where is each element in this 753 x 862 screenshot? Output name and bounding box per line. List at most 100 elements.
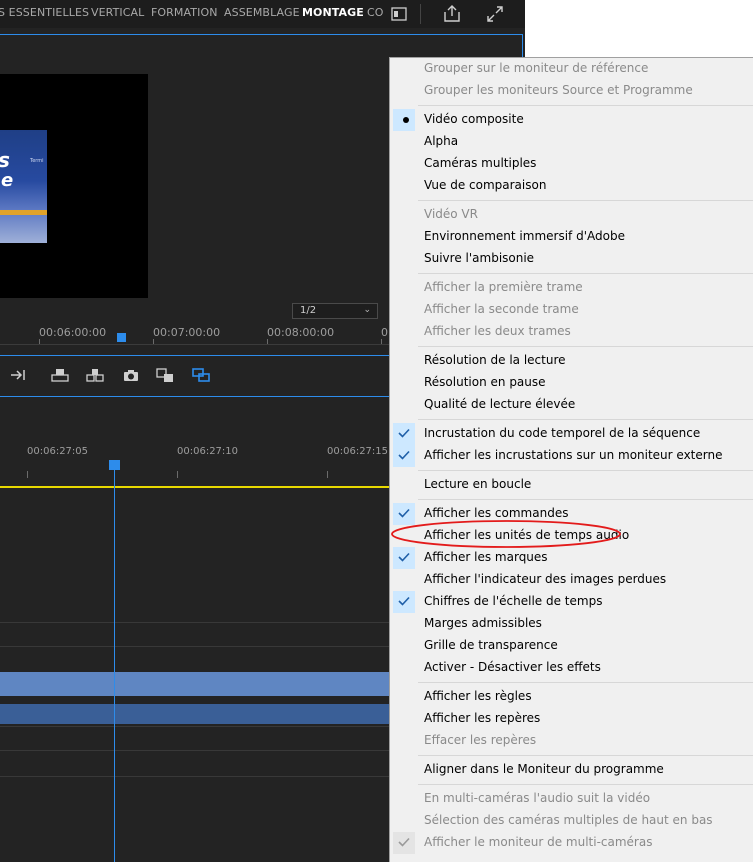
menu-item-label: Vidéo composite: [424, 112, 524, 126]
menu-item-label: Aligner dans le Moniteur du programme: [424, 762, 664, 776]
workspace-tab-montage[interactable]: MONTAGE: [302, 6, 364, 19]
menu-item-label: Afficher l'indicateur des images perdues: [424, 572, 667, 586]
menu-item-label: Afficher la première trame: [424, 280, 583, 294]
menu-item[interactable]: Alpha: [390, 131, 753, 153]
menu-item[interactable]: Qualité de lecture élevée: [390, 394, 753, 416]
menu-item[interactable]: Suivre l'ambisonie: [390, 248, 753, 270]
menu-item-label: Afficher les deux trames: [424, 324, 571, 338]
menu-item[interactable]: Afficher les commandes: [390, 503, 753, 525]
menu-item[interactable]: Afficher les repères: [390, 708, 753, 730]
menu-separator: [418, 346, 753, 347]
menu-item[interactable]: Lecture en boucle: [390, 474, 753, 496]
menu-item[interactable]: Activer - Désactiver les effets: [390, 657, 753, 679]
menu-item-label: En multi-caméras l'audio suit la vidéo: [424, 791, 651, 805]
menu-item-label: Incrustation du code temporel de la séqu…: [424, 426, 701, 440]
menu-item[interactable]: Effacer les repères: [390, 730, 753, 752]
menu-item[interactable]: Afficher les unités de temps audio: [390, 525, 753, 547]
track-divider: [0, 750, 389, 751]
menu-item-label: Afficher le moniteur de multi-caméras: [424, 835, 653, 849]
menu-item-label: Afficher les incrustations sur un monite…: [424, 448, 723, 462]
menu-item[interactable]: Sélection des caméras multiples de haut …: [390, 810, 753, 832]
menu-item-label: Lecture en boucle: [424, 477, 532, 491]
playback-resolution-dropdown[interactable]: 1/2 ⌄: [292, 303, 378, 319]
checkmark-icon: [393, 832, 415, 854]
trim-icon[interactable]: [191, 366, 211, 384]
menu-item[interactable]: Résolution de la lecture: [390, 350, 753, 372]
menu-item-label: Environnement immersif d'Adobe: [424, 229, 625, 243]
work-area-bar[interactable]: [0, 486, 389, 488]
checkmark-icon: [393, 445, 415, 467]
menu-item[interactable]: Vue de comparaison: [390, 175, 753, 197]
menu-item[interactable]: Afficher l'indicateur des images perdues: [390, 569, 753, 591]
menu-item[interactable]: Marges admissibles: [390, 613, 753, 635]
menu-item-label: Afficher les repères: [424, 711, 541, 725]
menu-item[interactable]: Afficher la première trame: [390, 277, 753, 299]
comparison-view-icon[interactable]: [155, 366, 175, 384]
menu-item[interactable]: Grouper sur le moniteur de référence: [390, 58, 753, 80]
menu-item[interactable]: Afficher les deux trames: [390, 321, 753, 343]
timeline-playhead[interactable]: [109, 460, 120, 470]
ruler-tick: [327, 471, 328, 478]
menu-item-label: Qualité de lecture élevée: [424, 397, 576, 411]
menu-separator: [418, 755, 753, 756]
ruler-tick: [381, 339, 382, 344]
workspace-bar: S ESSENTIELLES VERTICAL FORMATION ASSEMB…: [0, 0, 525, 28]
ruler-tick: [39, 339, 40, 344]
audio-clip[interactable]: [0, 672, 389, 696]
menu-item-label: Vidéo VR: [424, 207, 478, 221]
track-divider: [0, 726, 389, 727]
workspace-tab-assemblage[interactable]: ASSEMBLAGE: [224, 6, 300, 19]
workspace-panel-icon[interactable]: [388, 3, 412, 25]
checkmark-icon: [393, 423, 415, 445]
workspace-tab-formation[interactable]: FORMATION: [151, 6, 218, 19]
menu-item[interactable]: Grouper les moniteurs Source et Programm…: [390, 80, 753, 102]
menu-item[interactable]: Afficher les incrustations sur un monite…: [390, 445, 753, 467]
menu-item-label: Grille de transparence: [424, 638, 558, 652]
monitor-ruler-timecode: 00:08:00:00: [267, 326, 335, 339]
menu-separator: [418, 273, 753, 274]
menu-item[interactable]: Afficher les règles: [390, 686, 753, 708]
menu-item[interactable]: Aligner dans le Moniteur du programme: [390, 759, 753, 781]
menu-item[interactable]: En multi-caméras l'audio suit la vidéo: [390, 788, 753, 810]
maximize-icon[interactable]: [483, 3, 507, 25]
timeline-ruler-timecode: 00:06:27:05: [27, 446, 89, 457]
menu-item[interactable]: Afficher le moniteur de multi-caméras: [390, 832, 753, 854]
menu-item-label: Suivre l'ambisonie: [424, 251, 535, 265]
monitor-playhead[interactable]: [117, 333, 126, 342]
share-icon[interactable]: [440, 3, 464, 25]
workspace-tab-essentials[interactable]: S ESSENTIELLES: [0, 6, 89, 19]
chevron-down-icon: ⌄: [363, 305, 371, 315]
timeline-playhead-line[interactable]: [114, 462, 115, 862]
toolbar-divider: [420, 4, 421, 24]
menu-item[interactable]: Caméras multiples: [390, 153, 753, 175]
menu-item-label: Caméras multiples: [424, 156, 537, 170]
menu-separator: [418, 784, 753, 785]
menu-item-label: Afficher les marques: [424, 550, 548, 564]
menu-item[interactable]: Afficher la seconde trame: [390, 299, 753, 321]
menu-item[interactable]: Chiffres de l'échelle de temps: [390, 591, 753, 613]
lift-icon[interactable]: [50, 366, 70, 384]
menu-item-label: Sélection des caméras multiples de haut …: [424, 813, 713, 827]
workspace-tab-overflow[interactable]: CO: [367, 6, 384, 19]
menu-item-label: Résolution en pause: [424, 375, 546, 389]
menu-item[interactable]: Résolution en pause: [390, 372, 753, 394]
menu-item[interactable]: Vidéo VR: [390, 204, 753, 226]
menu-item[interactable]: Incrustation du code temporel de la séqu…: [390, 423, 753, 445]
workspace-tab-vertical[interactable]: VERTICAL: [91, 6, 144, 19]
monitor-time-ruler[interactable]: [0, 344, 389, 345]
menu-item-label: Afficher les règles: [424, 689, 532, 703]
menu-item[interactable]: Grille de transparence: [390, 635, 753, 657]
export-frame-icon[interactable]: [121, 366, 141, 384]
menu-item[interactable]: Afficher les marques: [390, 547, 753, 569]
menu-item-label: Chiffres de l'échelle de temps: [424, 594, 603, 608]
menu-item[interactable]: Vidéo composite: [390, 109, 753, 131]
track-divider: [0, 622, 389, 623]
extract-icon[interactable]: [85, 366, 105, 384]
menu-item[interactable]: Environnement immersif d'Adobe: [390, 226, 753, 248]
checkmark-icon: [393, 547, 415, 569]
resolution-value: 1/2: [300, 305, 317, 316]
menu-item-label: Vue de comparaison: [424, 178, 547, 192]
ruler-tick: [177, 471, 178, 478]
insert-icon[interactable]: [9, 366, 29, 384]
monitor-ruler-timecode: 00:07:00:00: [153, 326, 221, 339]
